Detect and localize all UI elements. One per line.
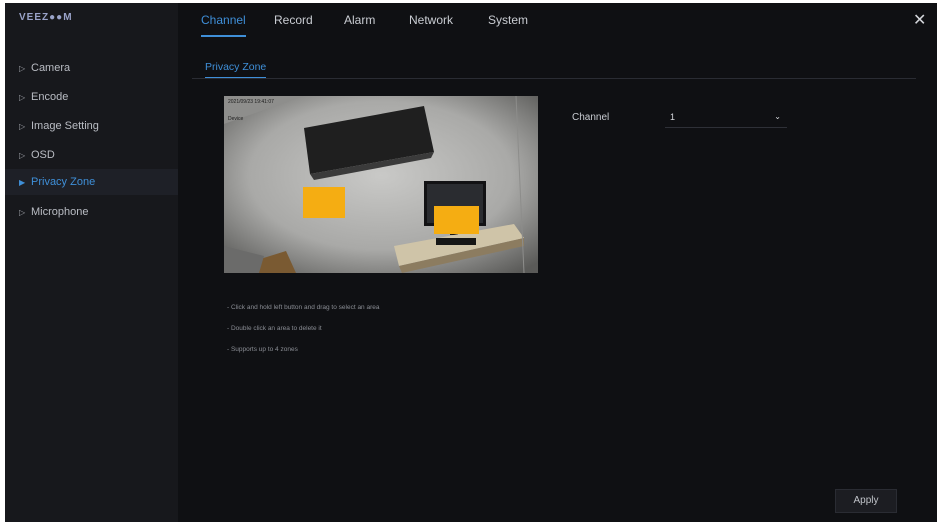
settings-window: VEEZ●●M ▷ Camera ▷ Encode ▷ Image Setting ▷…	[5, 3, 937, 522]
tab-channel[interactable]: Channel	[201, 13, 246, 37]
sidebar-item-label: Encode	[31, 91, 69, 103]
privacy-zone-1[interactable]	[303, 187, 345, 218]
subtab-divider	[192, 78, 916, 79]
sidebar-item-label: Camera	[31, 62, 71, 74]
hint-max-zones: - Supports up to 4 zones	[227, 346, 298, 353]
sidebar-item-label: Privacy Zone	[31, 176, 96, 188]
privacy-zone-2[interactable]	[434, 206, 479, 234]
sidebar-item-privacy-zone[interactable]: ▶ Privacy Zone	[5, 169, 178, 195]
hint-double-click-delete: - Double click an area to delete it	[227, 325, 322, 332]
tab-system[interactable]: System	[488, 13, 528, 35]
tab-record[interactable]: Record	[274, 13, 313, 35]
sidebar-item-label: Microphone	[31, 206, 89, 218]
hint-drag-select: - Click and hold left button and drag to…	[227, 304, 380, 311]
channel-label: Channel	[572, 112, 610, 123]
triangle-right-icon: ▷	[19, 93, 26, 102]
subtab-privacy-zone[interactable]: Privacy Zone	[205, 61, 267, 78]
close-icon[interactable]: ✕	[913, 10, 926, 30]
camera-preview[interactable]: 2021/09/23 19:41:07 Device	[224, 96, 538, 273]
triangle-right-filled-icon: ▶	[19, 178, 26, 187]
chevron-down-icon: ⌄	[774, 112, 781, 121]
triangle-right-icon: ▷	[19, 64, 26, 73]
camera-scene	[224, 96, 538, 273]
triangle-right-icon: ▷	[19, 122, 26, 131]
sidebar-item-image-setting[interactable]: ▷ Image Setting	[5, 113, 178, 139]
channel-select-value: 1	[670, 112, 676, 122]
sidebar: VEEZ●●M ▷ Camera ▷ Encode ▷ Image Setting ▷…	[5, 3, 178, 522]
sidebar-item-microphone[interactable]: ▷ Microphone	[5, 199, 178, 225]
sidebar-item-encode[interactable]: ▷ Encode	[5, 84, 178, 110]
sidebar-item-osd[interactable]: ▷ OSD	[5, 142, 178, 168]
sidebar-item-label: Image Setting	[31, 120, 99, 132]
tab-alarm[interactable]: Alarm	[344, 13, 375, 35]
osd-device-name: Device	[228, 116, 244, 122]
sidebar-item-label: OSD	[31, 149, 55, 161]
triangle-right-icon: ▷	[19, 208, 26, 217]
sidebar-item-camera[interactable]: ▷ Camera	[5, 55, 178, 81]
brand-logo: VEEZ●●M	[19, 12, 73, 23]
osd-timestamp: 2021/09/23 19:41:07	[228, 99, 274, 105]
apply-button[interactable]: Apply	[835, 489, 897, 513]
tab-network[interactable]: Network	[409, 13, 453, 35]
triangle-right-icon: ▷	[19, 151, 26, 160]
channel-select[interactable]: 1 ⌄	[665, 108, 787, 128]
